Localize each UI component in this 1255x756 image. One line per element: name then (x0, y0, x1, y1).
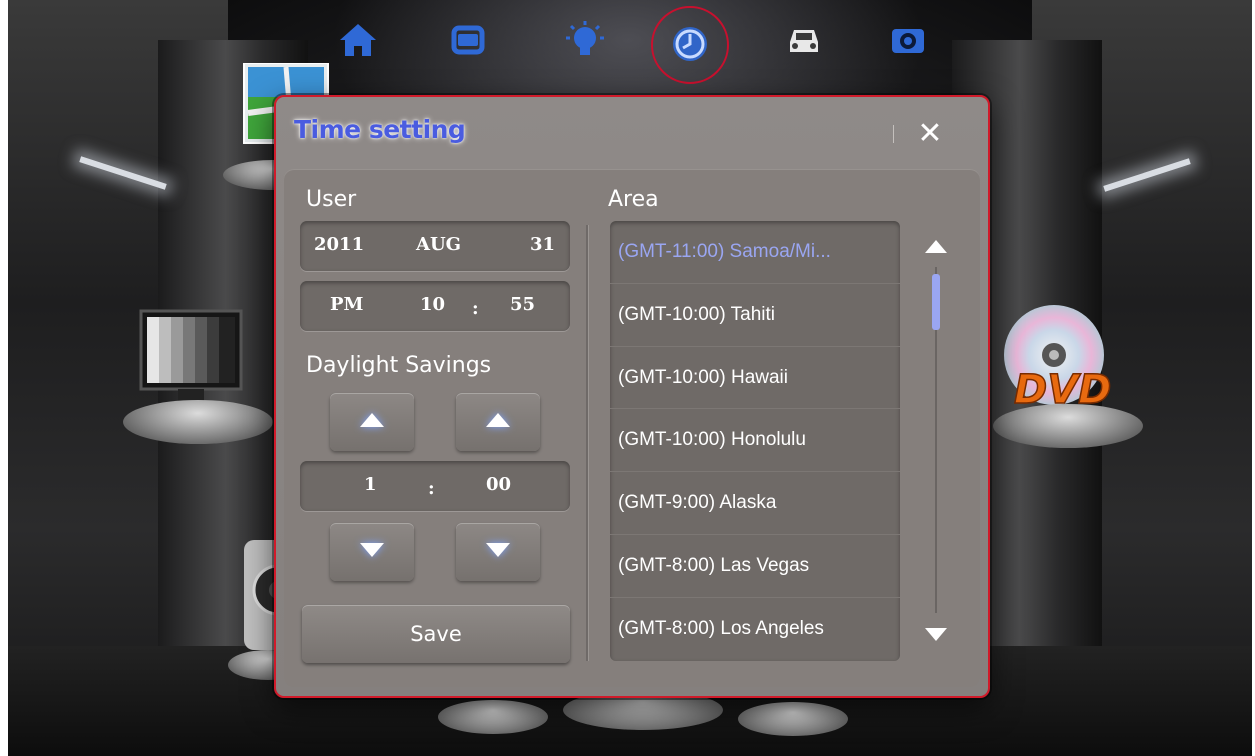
list-item[interactable]: (GMT-9:00) Alaska (610, 472, 900, 535)
title-divider (893, 125, 894, 143)
year-value[interactable]: 2011 (314, 234, 364, 255)
daylight-hour-up-button[interactable] (330, 393, 414, 451)
daylight-minute-value[interactable]: 00 (486, 474, 511, 495)
hour-value[interactable]: 10 (420, 294, 445, 315)
minute-value[interactable]: 55 (510, 294, 535, 315)
list-item[interactable]: (GMT-8:00) Las Vegas (610, 535, 900, 598)
area-list[interactable]: (GMT-11:00) Samoa/Mi... (GMT-10:00) Tahi… (610, 221, 900, 661)
pedestal (738, 702, 848, 736)
scroll-down-icon[interactable] (925, 628, 947, 641)
arrow-down-icon (360, 543, 384, 557)
dialog-title: Time setting (294, 115, 466, 144)
daylight-minute-up-button[interactable] (456, 393, 540, 451)
arrow-up-icon (360, 413, 384, 427)
list-item[interactable]: (GMT-11:00) Samoa/Mi... (610, 221, 900, 284)
daylight-separator: : (428, 478, 435, 499)
user-section-label: User (306, 187, 357, 212)
list-item[interactable]: (GMT-10:00) Honolulu (610, 409, 900, 473)
list-item[interactable]: (GMT-8:00) Los Angeles (610, 598, 900, 661)
camera-icon[interactable] (888, 20, 928, 60)
daylight-offset-field[interactable]: 1 : 00 (300, 461, 570, 511)
save-button[interactable]: Save (302, 605, 570, 663)
month-value[interactable]: AUG (416, 234, 461, 255)
ampm-value[interactable]: PM (330, 294, 363, 315)
arrow-up-icon (486, 413, 510, 427)
close-button[interactable]: ✕ (912, 117, 948, 151)
layers-icon[interactable] (448, 20, 488, 60)
pedestal (123, 400, 273, 444)
pedestal (993, 404, 1143, 448)
car-icon[interactable] (784, 20, 824, 60)
time-field[interactable]: PM 10 : 55 (300, 281, 570, 331)
area-section-label: Area (608, 187, 659, 212)
daylight-hour-value[interactable]: 1 (364, 474, 377, 495)
daylight-hour-down-button[interactable] (330, 523, 414, 581)
video-menu-icon[interactable] (133, 305, 253, 415)
home-icon[interactable] (338, 20, 378, 60)
lightbulb-icon[interactable] (565, 20, 605, 60)
list-item[interactable]: (GMT-10:00) Hawaii (610, 347, 900, 410)
daylight-minute-down-button[interactable] (456, 523, 540, 581)
pedestal (438, 700, 548, 734)
daylight-savings-label: Daylight Savings (306, 353, 492, 378)
arrow-down-icon (486, 543, 510, 557)
time-setting-dialog: Time setting ✕ User 2011 AUG 31 PM 10 : … (274, 95, 990, 698)
scroll-up-icon[interactable] (925, 240, 947, 253)
column-divider (586, 225, 588, 661)
list-item[interactable]: (GMT-10:00) Tahiti (610, 284, 900, 347)
clock-icon[interactable] (670, 24, 710, 64)
time-separator: : (472, 298, 479, 319)
date-field[interactable]: 2011 AUG 31 (300, 221, 570, 271)
day-value[interactable]: 31 (530, 234, 555, 255)
scrollbar-thumb[interactable] (932, 274, 940, 330)
